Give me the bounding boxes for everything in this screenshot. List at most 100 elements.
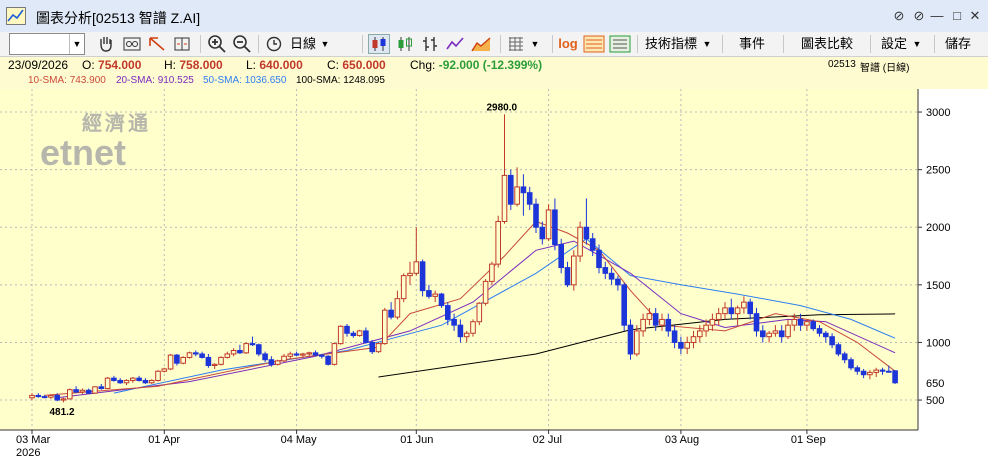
candle-down [552, 209, 558, 246]
x-tick-label: 01 Apr [148, 434, 180, 446]
candlestick-icon[interactable] [368, 34, 390, 54]
candle-up [495, 220, 501, 265]
close-button[interactable]: ✕ [966, 7, 984, 25]
candle-down [41, 396, 48, 399]
candle-down [816, 328, 823, 334]
clock-icon[interactable] [265, 34, 283, 54]
candle-down [344, 325, 350, 334]
high-info: H: 758.000 [164, 58, 223, 72]
chart-compare-button[interactable]: 圖表比較 [798, 34, 856, 54]
period-select[interactable]: 日線 [288, 34, 318, 54]
last-close-label: 650 [926, 378, 944, 390]
candle-down [728, 307, 735, 315]
price-chart[interactable]: 經濟通 etnet 2980.0481.2650 500100015002000… [0, 89, 988, 459]
fibonacci-icon[interactable] [583, 34, 605, 54]
close-value: 650.000 [342, 58, 386, 72]
area-chart-icon[interactable] [470, 34, 492, 54]
candle-down [419, 261, 426, 292]
candle-up [155, 370, 161, 381]
candle-down [848, 359, 854, 369]
chevron-down-icon[interactable]: ▼ [318, 34, 332, 54]
minimize-button[interactable]: — [928, 7, 946, 25]
symbol-combo[interactable]: ▼ [9, 33, 85, 55]
low-info: L: 640.000 [246, 58, 303, 72]
y-tick-label: 1500 [926, 280, 950, 292]
sma10-legend: 10-SMA: 743.900 [28, 75, 106, 86]
low-value: 640.000 [259, 58, 303, 72]
candle-down [438, 293, 445, 307]
line-chart-icon[interactable] [445, 34, 465, 54]
y-tick-label: 2500 [926, 165, 950, 177]
change-label: Chg: [410, 58, 436, 72]
events-button[interactable]: 事件 [736, 34, 768, 54]
separator [200, 35, 201, 53]
x-tick-label: 03 Mar [16, 434, 51, 446]
separator [870, 35, 871, 53]
candle-up [306, 352, 312, 355]
chart-area[interactable]: 經濟通 etnet 2980.0 481.2 650 500 1000 1500 2000… [0, 89, 988, 459]
change-value: -92.000 (-12.399%) [438, 58, 543, 72]
crosshair-icon[interactable] [122, 34, 142, 54]
open-info: O: 754.000 [82, 58, 141, 72]
candle-up [703, 324, 709, 332]
zoom-out-icon[interactable] [232, 34, 252, 54]
chevron-down-icon[interactable]: ▼ [528, 34, 542, 54]
candle-up [766, 332, 772, 338]
candle-down [652, 313, 659, 326]
candle-down [508, 174, 514, 205]
candle-up [300, 353, 306, 356]
open-value: 754.000 [98, 58, 142, 72]
chevron-down-icon[interactable]: ▼ [69, 34, 84, 54]
candle-down [596, 249, 602, 269]
candle-down [249, 343, 256, 346]
candle-up [130, 377, 136, 381]
separator [500, 35, 501, 53]
candle-up [92, 386, 98, 394]
candle-down [85, 389, 92, 394]
candle-up [873, 369, 880, 373]
draw-line-icon[interactable] [147, 34, 167, 54]
candle-green-icon[interactable] [395, 34, 415, 54]
candle-down [558, 244, 565, 269]
candle-down [583, 226, 590, 240]
settings-menu[interactable]: 設定 [879, 34, 909, 54]
detach-icon[interactable]: ⊘ [890, 7, 908, 25]
candle-down [73, 389, 79, 393]
candle-up [60, 398, 67, 401]
maximize-button[interactable]: □ [948, 7, 966, 25]
separator [637, 35, 638, 53]
candle-down [199, 353, 205, 358]
candle-up [640, 318, 646, 332]
candle-down [533, 203, 539, 228]
sma100-label: 100-SMA: [296, 75, 341, 86]
technical-indicators-menu[interactable]: 技術指標 [642, 34, 700, 54]
grid-icon[interactable] [506, 34, 526, 54]
candle-up [407, 272, 413, 277]
x-axis: 03 Mar2026 01 Apr 04 May 01 Jun 02 Jul 03 Aug… [16, 430, 826, 459]
candle-up [394, 298, 401, 318]
zoom-in-icon[interactable] [207, 34, 227, 54]
candle-up [715, 313, 722, 320]
chevron-down-icon[interactable]: ▼ [700, 34, 714, 54]
sma20-legend: 20-SMA: 910.525 [116, 75, 194, 86]
candle-up [690, 336, 697, 343]
candle-down [35, 394, 42, 398]
candle-up [785, 324, 791, 338]
split-icon[interactable] [172, 34, 192, 54]
log-scale-button[interactable]: log [557, 34, 579, 54]
candle-down [262, 353, 268, 361]
chevron-down-icon[interactable]: ▼ [910, 34, 924, 54]
symbol-code: 02513 [828, 59, 856, 70]
save-button[interactable]: 儲存 [943, 34, 973, 54]
sma100-value: 1248.095 [343, 75, 385, 86]
candle-down [539, 226, 546, 240]
hand-icon[interactable] [96, 34, 116, 54]
ohlc-bar-icon[interactable] [420, 34, 440, 54]
indicator-panel-icon[interactable] [609, 34, 631, 54]
candle-down [312, 352, 319, 356]
x-tick-label: 01 Jun [400, 434, 433, 446]
candle-down [854, 367, 861, 372]
candle-up [167, 354, 174, 370]
candle-up [470, 321, 476, 334]
link-icon[interactable]: ⊘ [910, 7, 928, 25]
